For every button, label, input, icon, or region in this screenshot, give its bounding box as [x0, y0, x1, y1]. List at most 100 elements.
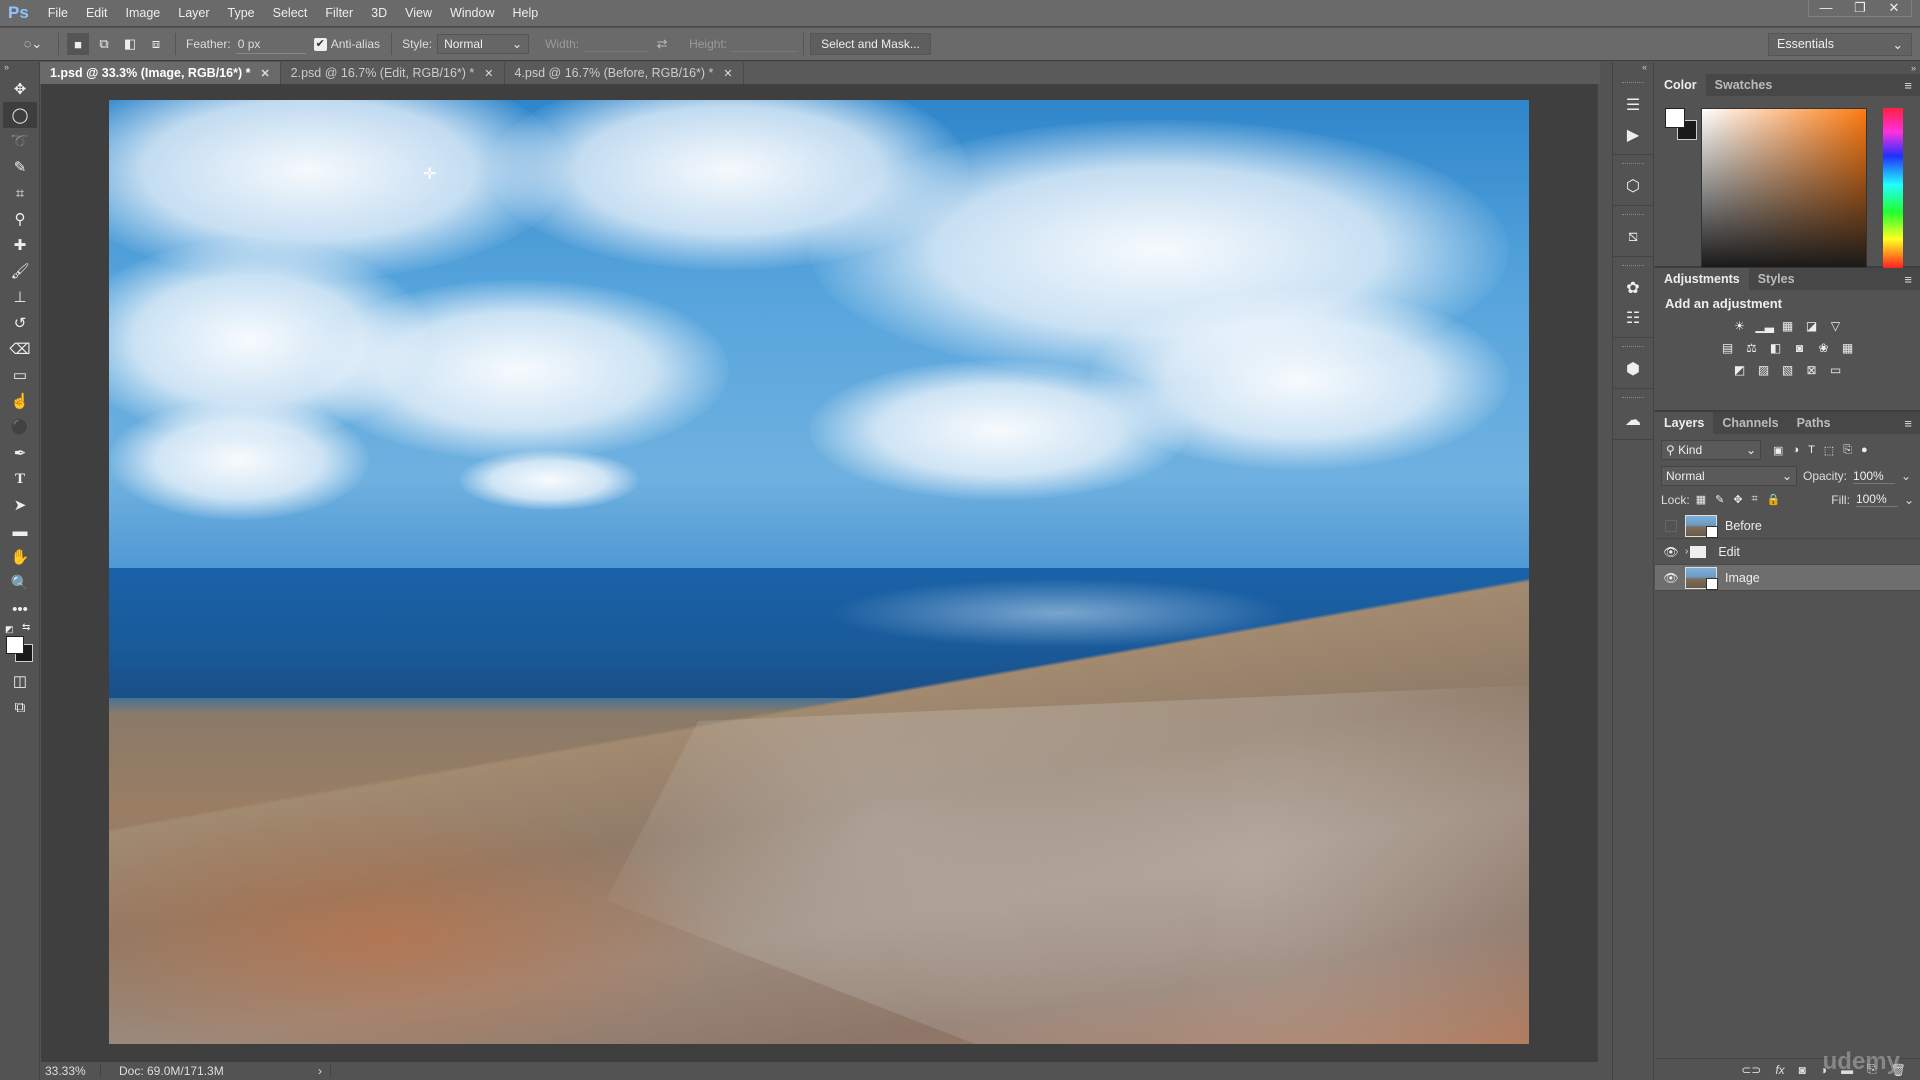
layer-filter-kind[interactable]: ⚲ Kind ⌄: [1661, 440, 1761, 460]
quick-mask-icon[interactable]: ◫: [3, 668, 37, 694]
workspace-switcher[interactable]: Essentials ⌄: [1768, 33, 1912, 56]
gradient-map-icon[interactable]: ▭: [1828, 363, 1844, 377]
grip-handle[interactable]: [1622, 397, 1644, 399]
menu-layer[interactable]: Layer: [169, 6, 218, 20]
move-tool-icon[interactable]: ✥: [3, 76, 37, 102]
curves-icon[interactable]: ▦: [1780, 319, 1796, 333]
color-field[interactable]: [1701, 108, 1867, 268]
menu-view[interactable]: View: [396, 6, 441, 20]
intersect-selection-icon[interactable]: ⧈: [145, 33, 167, 55]
selective-color-icon[interactable]: ⊠: [1804, 363, 1820, 377]
brush-tool-icon[interactable]: 🖌: [3, 258, 37, 284]
menu-file[interactable]: File: [39, 6, 77, 20]
zoom-level[interactable]: 33.33%: [41, 1064, 101, 1078]
gradient-tool-icon[interactable]: ▭: [3, 362, 37, 388]
width-input[interactable]: [584, 36, 650, 52]
grip-handle[interactable]: [1622, 163, 1644, 165]
hue-saturation-icon[interactable]: ▤: [1720, 341, 1736, 355]
elliptical-marquee-preset-icon[interactable]: ◌⌄: [16, 33, 50, 55]
smart-object-filter-icon[interactable]: ⎘: [1843, 444, 1852, 457]
screen-mode-icon[interactable]: ⧉: [3, 694, 37, 720]
tab-paths[interactable]: Paths: [1788, 412, 1840, 434]
clone-stamp-tool-icon[interactable]: ⊥: [3, 284, 37, 310]
foreground-color-swatch[interactable]: [6, 636, 24, 654]
eye-icon[interactable]: 👁: [1661, 571, 1681, 585]
type-filter-icon[interactable]: T: [1808, 444, 1815, 457]
canvas-area[interactable]: ✛: [41, 84, 1597, 1062]
close-tab-icon[interactable]: ✕: [723, 67, 732, 80]
grip-handle[interactable]: [1622, 265, 1644, 267]
path-selection-tool-icon[interactable]: ➤: [3, 492, 37, 518]
properties-panel-icon[interactable]: ☷: [1613, 303, 1653, 333]
tab-layers[interactable]: Layers: [1655, 412, 1714, 434]
zoom-tool-icon[interactable]: 🔍: [3, 570, 37, 596]
shape-filter-icon[interactable]: ⬚: [1824, 444, 1834, 457]
minimize-button[interactable]: —: [1809, 0, 1843, 16]
grip-handle[interactable]: [1622, 346, 1644, 348]
menu-filter[interactable]: Filter: [316, 6, 362, 20]
elliptical-marquee-tool-icon[interactable]: ◯: [3, 102, 37, 128]
photo-filter-icon[interactable]: ◙: [1792, 341, 1808, 355]
subtract-from-selection-icon[interactable]: ◧: [119, 33, 141, 55]
document-canvas-image[interactable]: [109, 100, 1529, 1044]
pixel-filter-icon[interactable]: ▣: [1773, 444, 1783, 457]
feather-input[interactable]: 0 px: [235, 35, 306, 54]
eyedropper-tool-icon[interactable]: ⚲: [3, 206, 37, 232]
dodge-tool-icon[interactable]: ⚫: [3, 414, 37, 440]
channel-mixer-icon[interactable]: ❀: [1816, 341, 1832, 355]
panel-menu-icon[interactable]: ≡: [1904, 272, 1912, 287]
tab-channels[interactable]: Channels: [1713, 412, 1787, 434]
menu-type[interactable]: Type: [219, 6, 264, 20]
tab-document-1[interactable]: 1.psd @ 33.3% (Image, RGB/16*) * ✕: [40, 62, 281, 84]
exposure-icon[interactable]: ◪: [1804, 319, 1820, 333]
quick-selection-tool-icon[interactable]: ✎: [3, 154, 37, 180]
tab-swatches[interactable]: Swatches: [1706, 74, 1782, 96]
invert-icon[interactable]: ◩: [1732, 363, 1748, 377]
color-lookup-icon[interactable]: ▦: [1840, 341, 1856, 355]
threshold-icon[interactable]: ▧: [1780, 363, 1796, 377]
smudge-tool-icon[interactable]: ☝: [3, 388, 37, 414]
add-mask-icon[interactable]: ◙: [1799, 1063, 1806, 1077]
eye-icon[interactable]: 👁: [1661, 545, 1681, 559]
tab-styles[interactable]: Styles: [1749, 268, 1804, 290]
link-layers-icon[interactable]: ⊂⊃: [1741, 1063, 1761, 1077]
panel-menu-icon[interactable]: ≡: [1904, 416, 1912, 431]
select-and-mask-button[interactable]: Select and Mask...: [810, 33, 931, 55]
eraser-tool-icon[interactable]: ⌫: [3, 336, 37, 362]
anti-alias-checkbox[interactable]: ✔: [313, 37, 327, 51]
lock-image-icon[interactable]: ✎: [1715, 493, 1724, 506]
crop-tool-icon[interactable]: ⌗: [3, 180, 37, 206]
hue-slider[interactable]: [1883, 108, 1903, 268]
menu-3d[interactable]: 3D: [362, 6, 396, 20]
rectangle-tool-icon[interactable]: ▬: [3, 518, 37, 544]
fill-input[interactable]: 100%: [1855, 492, 1898, 507]
collapse-icon[interactable]: «: [1613, 62, 1653, 74]
lock-position-icon[interactable]: ✥: [1733, 493, 1742, 506]
layer-row-image[interactable]: 👁 Image: [1655, 565, 1920, 591]
tab-document-4[interactable]: 4.psd @ 16.7% (Before, RGB/16*) * ✕: [504, 62, 744, 84]
opacity-input[interactable]: 100%: [1853, 469, 1896, 484]
chevron-right-icon[interactable]: ›: [1685, 546, 1688, 557]
add-to-selection-icon[interactable]: ⧉: [93, 33, 115, 55]
lock-artboard-icon[interactable]: ⌗: [1752, 493, 1758, 506]
layer-row-before[interactable]: Before: [1655, 513, 1920, 539]
grip-handle[interactable]: [1622, 82, 1644, 84]
close-button[interactable]: ✕: [1877, 0, 1911, 16]
lasso-tool-icon[interactable]: ➰: [3, 128, 37, 154]
filter-toggle-icon[interactable]: ●: [1861, 444, 1868, 457]
levels-icon[interactable]: ▁▃: [1756, 319, 1774, 333]
actions-panel-icon[interactable]: ▶: [1613, 120, 1653, 150]
menu-window[interactable]: Window: [441, 6, 503, 20]
clone-source-icon[interactable]: ⧅: [1613, 222, 1653, 252]
posterize-icon[interactable]: ▨: [1756, 363, 1772, 377]
vertical-scrollbar[interactable]: [1597, 84, 1611, 1062]
chevron-down-icon[interactable]: ⌄: [1904, 493, 1914, 507]
swap-dimensions-icon[interactable]: ⇄: [651, 33, 673, 55]
vibrance-icon[interactable]: ▽: [1828, 319, 1844, 333]
adjustment-filter-icon[interactable]: ◑: [1792, 444, 1799, 457]
grip-handle[interactable]: [1622, 214, 1644, 216]
menu-select[interactable]: Select: [264, 6, 317, 20]
color-balance-icon[interactable]: ⚖: [1744, 341, 1760, 355]
height-input[interactable]: [732, 36, 798, 52]
style-select[interactable]: Normal ⌄: [437, 34, 530, 54]
